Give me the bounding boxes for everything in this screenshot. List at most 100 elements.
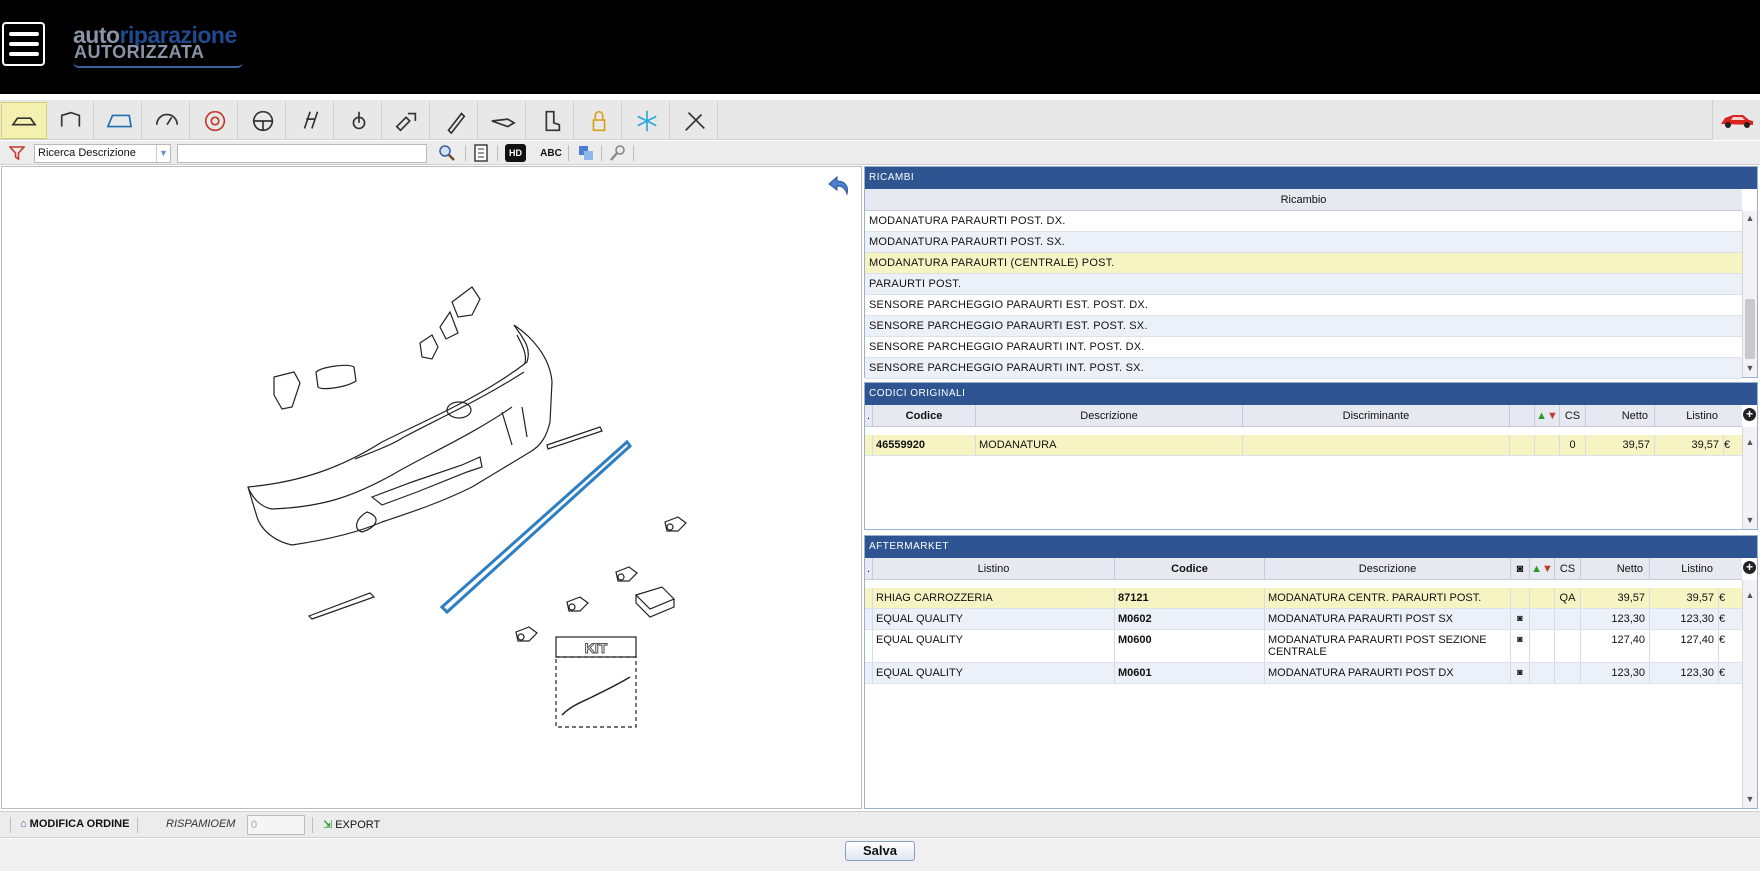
ricambi-title: RICAMBI	[865, 167, 1757, 189]
listino-source-column-header[interactable]: Listino	[873, 558, 1115, 579]
export-button[interactable]: ⇲ EXPORT	[323, 818, 380, 832]
camera-icon[interactable]: ◙	[1517, 667, 1522, 677]
list-document-icon[interactable]	[473, 144, 489, 162]
listino-source-cell: RHIAG CARROZZERIA	[873, 588, 1115, 608]
currency-cell: €	[1719, 634, 1726, 646]
ricambio-row[interactable]: SENSORE PARCHEGGIO PARAURTI EST. POST. D…	[865, 295, 1742, 316]
aftermarket-row[interactable]: EQUAL QUALITY M0601 MODANATURA PARAURTI PO…	[865, 663, 1742, 684]
ricambio-row[interactable]: MODANATURA PARAURTI POST. DX.	[865, 211, 1742, 232]
descrizione-cell: MODANATURA PARAURTI POST SX	[1265, 609, 1511, 629]
interior-icon	[60, 111, 80, 127]
search-input[interactable]	[177, 144, 427, 163]
home-icon: ⌂	[20, 818, 27, 830]
top-header: autoriparazione AUTORIZZATA	[0, 0, 1760, 94]
cs-cell	[1555, 663, 1581, 683]
category-tab-8[interactable]	[336, 102, 382, 139]
exchange-icon[interactable]	[577, 144, 595, 162]
category-tab-13[interactable]	[576, 102, 622, 139]
menu-hamburger-icon[interactable]	[2, 22, 45, 66]
modifica-ordine-button[interactable]: ⌂ MODIFICA ORDINE	[20, 818, 129, 830]
netto-column-header[interactable]: Netto	[1581, 558, 1650, 579]
currency-cell: €	[1719, 613, 1726, 625]
category-tab-3[interactable]	[96, 102, 142, 139]
add-column-icon[interactable]: +	[1743, 408, 1756, 421]
cs-column-header[interactable]: CS	[1560, 405, 1586, 426]
cs-cell: 0	[1560, 435, 1586, 455]
ricambio-row[interactable]: PARAURTI POST.	[865, 274, 1742, 295]
category-tab-1[interactable]	[1, 102, 47, 139]
category-tab-9[interactable]	[384, 102, 430, 139]
ricambio-row[interactable]: SENSORE PARCHEGGIO PARAURTI INT. POST. D…	[865, 337, 1742, 358]
codice-column-header[interactable]: Codice	[1115, 558, 1265, 579]
category-tab-12[interactable]	[528, 102, 574, 139]
tools-search-icon[interactable]	[609, 144, 627, 162]
chevron-down-icon[interactable]: ▼	[156, 145, 170, 162]
codice-column-header[interactable]: Codice	[873, 405, 976, 426]
exhaust-icon	[491, 117, 516, 127]
cs-cell	[1555, 630, 1581, 662]
category-tab-14[interactable]	[624, 102, 670, 139]
camera-icon[interactable]: ◙	[1517, 613, 1522, 623]
netto-cell: 39,57	[1581, 588, 1650, 608]
car-model-button[interactable]	[1712, 100, 1760, 140]
category-tab-6[interactable]	[240, 102, 286, 139]
lock-icon	[592, 110, 605, 131]
listino-column-header[interactable]: Listino	[1655, 405, 1724, 426]
netto-column-header[interactable]: Netto	[1586, 405, 1655, 426]
camera-icon[interactable]: ◙	[1517, 634, 1522, 644]
category-tab-5[interactable]	[192, 102, 238, 139]
search-bar: Ricerca Descrizione ▼ HD ABC	[0, 141, 1760, 165]
descrizione-column-header[interactable]: Descrizione	[976, 405, 1243, 426]
listino-source-cell: EQUAL QUALITY	[873, 663, 1115, 683]
filter-icon[interactable]	[9, 145, 25, 161]
ricambi-scrollbar[interactable]: ▲ ▼	[1742, 211, 1757, 377]
search-mode-select[interactable]: Ricerca Descrizione ▼	[34, 144, 171, 163]
discriminante-column-header[interactable]: Discriminante	[1243, 405, 1510, 426]
seat-icon	[545, 110, 560, 131]
category-tab-11[interactable]	[480, 102, 526, 139]
undo-arrow-icon[interactable]	[825, 174, 851, 198]
aftermarket-row[interactable]: RHIAG CARROZZERIA 87121 MODANATURA CENTR. …	[865, 588, 1742, 609]
listino-column-header[interactable]: Listino	[1650, 558, 1719, 579]
ricambio-row[interactable]: SENSORE PARCHEGGIO PARAURTI EST. POST. S…	[865, 316, 1742, 337]
search-icon[interactable]	[438, 144, 456, 162]
currency-cell: €	[1724, 439, 1731, 451]
ricambio-row[interactable]: MODANATURA PARAURTI POST. SX.	[865, 232, 1742, 253]
cs-cell: QA	[1555, 588, 1581, 608]
netto-cell: 127,40	[1581, 630, 1650, 662]
category-tab-2[interactable]	[48, 102, 94, 139]
category-tab-7[interactable]	[288, 102, 334, 139]
ricambio-column-header[interactable]: Ricambio	[865, 189, 1742, 210]
glass-icon	[106, 114, 132, 127]
sort-arrows-icon[interactable]: ▲ ▼	[1535, 405, 1560, 426]
codice-row[interactable]: 46559920 MODANATURA 0 39,57 39,57 €	[865, 435, 1742, 456]
cs-column-header[interactable]: CS	[1555, 558, 1581, 579]
add-column-icon[interactable]: +	[1743, 561, 1756, 574]
ac-snowflake-icon	[636, 110, 657, 131]
aftermarket-scrollbar[interactable]: ▲ ▼	[1742, 580, 1757, 808]
aftermarket-row[interactable]: EQUAL QUALITY M0600 MODANATURA PARAURTI PO…	[865, 630, 1742, 663]
descrizione-cell: MODANATURA PARAURTI POST SEZIONE CENTRAL…	[1265, 630, 1511, 662]
cs-cell	[1555, 609, 1581, 629]
category-tab-4[interactable]	[144, 102, 190, 139]
netto-cell: 123,30	[1581, 609, 1650, 629]
descrizione-cell: MODANATURA PARAURTI POST DX	[1265, 663, 1511, 683]
aftermarket-row[interactable]: EQUAL QUALITY M0602 MODANATURA PARAURTI PO…	[865, 609, 1742, 630]
discriminante-cell	[1243, 435, 1510, 455]
brand-logo: autoriparazione AUTORIZZATA	[73, 22, 243, 70]
hd-toggle-button[interactable]: HD	[505, 144, 526, 162]
category-tab-15[interactable]	[672, 102, 718, 139]
abc-toggle-button[interactable]: ABC	[538, 144, 564, 162]
listino-cell: 39,57	[1650, 588, 1719, 608]
category-tab-10[interactable]	[432, 102, 478, 139]
descrizione-column-header[interactable]: Descrizione	[1265, 558, 1511, 579]
search-mode-value: Ricerca Descrizione	[38, 147, 136, 159]
ricambio-row[interactable]: SENSORE PARCHEGGIO PARAURTI INT. POST. S…	[865, 358, 1742, 379]
ricambio-row[interactable]: MODANATURA PARAURTI (CENTRALE) POST.	[865, 253, 1742, 274]
sort-arrows-icon[interactable]: ▲ ▼	[1530, 558, 1555, 579]
risparmio-input[interactable]: 0	[247, 815, 305, 835]
save-button[interactable]: Salva	[845, 841, 915, 861]
listino-cell: 123,30	[1650, 663, 1719, 683]
aftermarket-panel: AFTERMARKET . Listino Codice Descrizione…	[864, 535, 1758, 809]
codici-scrollbar[interactable]: ▲ ▼	[1742, 427, 1757, 529]
